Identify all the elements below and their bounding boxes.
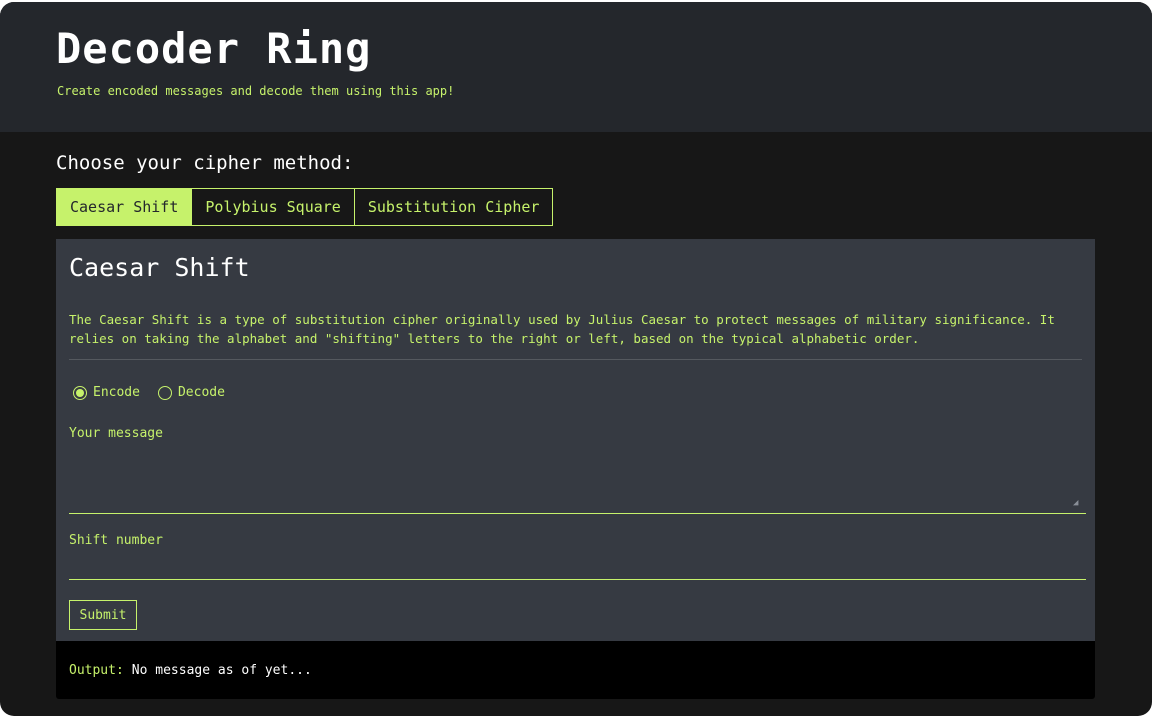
encode-radio-label[interactable]: Encode bbox=[93, 385, 140, 400]
decode-radio[interactable] bbox=[157, 385, 172, 400]
app-title: Decoder Ring bbox=[56, 24, 372, 73]
output-line: Output: No message as of yet... bbox=[69, 663, 312, 678]
app-header: Decoder Ring Create encoded messages and… bbox=[0, 2, 1152, 132]
decode-radio-label[interactable]: Decode bbox=[178, 385, 225, 400]
cipher-method-label: Choose your cipher method: bbox=[56, 152, 354, 174]
tab-substitution-cipher[interactable]: Substitution Cipher bbox=[355, 189, 553, 225]
shift-number-label: Shift number bbox=[69, 533, 163, 548]
radio-selected-dot bbox=[76, 388, 84, 397]
app-subtitle: Create encoded messages and decode them … bbox=[57, 84, 455, 98]
cipher-panel: Caesar Shift The Caesar Shift is a type … bbox=[56, 239, 1095, 641]
encode-radio[interactable] bbox=[73, 385, 87, 400]
mode-radio-group: Encode Decode bbox=[73, 385, 243, 400]
message-label: Your message bbox=[69, 426, 163, 441]
output-bar: Output: No message as of yet... bbox=[56, 641, 1095, 699]
output-label: Output: bbox=[69, 663, 124, 678]
app-window: Decoder Ring Create encoded messages and… bbox=[0, 2, 1152, 716]
tab-caesar-shift[interactable]: Caesar Shift bbox=[57, 189, 193, 225]
panel-title: Caesar Shift bbox=[69, 253, 250, 282]
cipher-tabs: Caesar Shift Polybius Square Substitutio… bbox=[56, 188, 554, 226]
divider bbox=[69, 359, 1082, 360]
message-textarea[interactable] bbox=[69, 449, 1086, 514]
shift-number-input[interactable] bbox=[69, 553, 1086, 580]
panel-description: The Caesar Shift is a type of substituti… bbox=[69, 312, 1055, 346]
submit-button[interactable]: Submit bbox=[69, 600, 137, 630]
output-text: No message as of yet... bbox=[131, 663, 312, 678]
tab-polybius-square[interactable]: Polybius Square bbox=[192, 189, 355, 225]
resize-grip-icon[interactable]: ◢ bbox=[1073, 499, 1081, 508]
